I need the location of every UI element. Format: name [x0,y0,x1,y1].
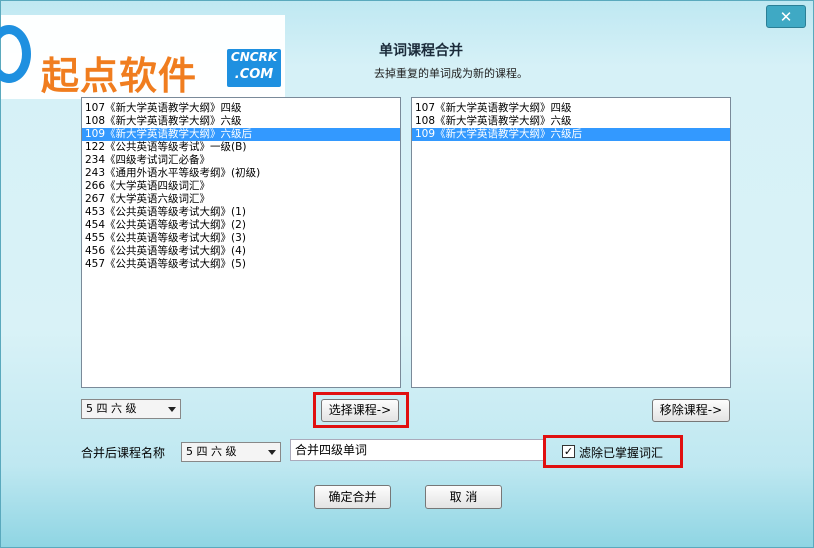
merge-dialog-window: ✕ 单词课程合并 去掉重复的单词成为新的课程。 起点软件 CNCRK .COM … [0,0,814,548]
select-course-button[interactable]: 选择课程-> [321,399,399,422]
chevron-down-icon [268,450,276,455]
dialog-title: 单词课程合并 [379,43,463,59]
category-select[interactable]: 5 四 六 级 [81,399,181,419]
list-item[interactable]: 109《新大学英语教学大纲》六级后 [412,128,730,141]
list-item[interactable]: 243《通用外语水平等级考纲》(初级) [82,167,400,180]
merged-course-name-input[interactable]: 合并四级单词 [290,439,545,461]
list-item[interactable]: 234《四级考试词汇必备》 [82,154,400,167]
select-course-button-label: 选择课程-> [328,403,392,417]
list-item[interactable]: 457《公共英语等级考试大纲》(5) [82,258,400,271]
close-icon: ✕ [779,7,793,26]
list-item[interactable]: 454《公共英语等级考试大纲》(2) [82,219,400,232]
merged-course-name-value: 合并四级单词 [295,443,368,457]
list-item[interactable]: 108《新大学英语教学大纲》六级 [412,115,730,128]
selected-courses-items: 107《新大学英语教学大纲》四级 108《新大学英语教学大纲》六级 109《新大学英… [412,102,730,141]
merged-category-select-value: 5 四 六 级 [186,445,237,458]
list-item[interactable]: 455《公共英语等级考试大纲》(3) [82,232,400,245]
available-courses-list[interactable]: 107《新大学英语教学大纲》四级 108《新大学英语教学大纲》六级 109《新大学英… [81,97,401,388]
selected-courses-list[interactable]: 107《新大学英语教学大纲》四级 108《新大学英语教学大纲》六级 109《新大学英… [411,97,731,388]
watermark-brand: 起点软件 [41,53,198,98]
watermark-badge-line1: CNCRK [230,50,278,64]
chevron-down-icon [168,407,176,412]
dialog-subtitle-text: 去掉重复的单词成为新的课程。 [374,67,528,80]
list-item[interactable]: 122《公共英语等级考试》一级(B) [82,141,400,154]
watermark-ring-icon [0,25,31,83]
remove-course-button[interactable]: 移除课程-> [652,399,730,422]
cancel-button[interactable]: 取 消 [425,485,502,509]
list-item[interactable]: 108《新大学英语教学大纲》六级 [82,115,400,128]
watermark-badge-line2: .COM [234,67,274,82]
confirm-merge-button-label: 确定合并 [328,490,377,504]
list-item[interactable]: 109《新大学英语教学大纲》六级后 [82,128,400,141]
filter-mastered-checkbox[interactable]: ✓ [562,445,575,458]
cancel-button-label: 取 消 [449,490,478,504]
list-item[interactable]: 107《新大学英语教学大纲》四级 [412,102,730,115]
list-item[interactable]: 453《公共英语等级考试大纲》(1) [82,206,400,219]
list-item[interactable]: 266《大学英语四级词汇》 [82,180,400,193]
category-select-value: 5 四 六 级 [86,402,137,415]
confirm-merge-button[interactable]: 确定合并 [314,485,391,509]
merged-category-select[interactable]: 5 四 六 级 [181,442,281,462]
close-button[interactable]: ✕ [766,5,806,28]
list-item[interactable]: 267《大学英语六级词汇》 [82,193,400,206]
list-item[interactable]: 107《新大学英语教学大纲》四级 [82,102,400,115]
watermark-badge: CNCRK .COM [227,49,281,87]
remove-course-button-label: 移除课程-> [659,403,723,417]
watermark-logo: 起点软件 CNCRK .COM [0,15,285,99]
checkmark-icon: ✓ [563,445,574,458]
merged-name-label: 合并后课程名称 [81,446,166,460]
available-courses-items: 107《新大学英语教学大纲》四级 108《新大学英语教学大纲》六级 109《新大学英… [82,102,400,271]
filter-mastered-label[interactable]: 滤除已掌握词汇 [579,444,663,461]
list-item[interactable]: 456《公共英语等级考试大纲》(4) [82,245,400,258]
